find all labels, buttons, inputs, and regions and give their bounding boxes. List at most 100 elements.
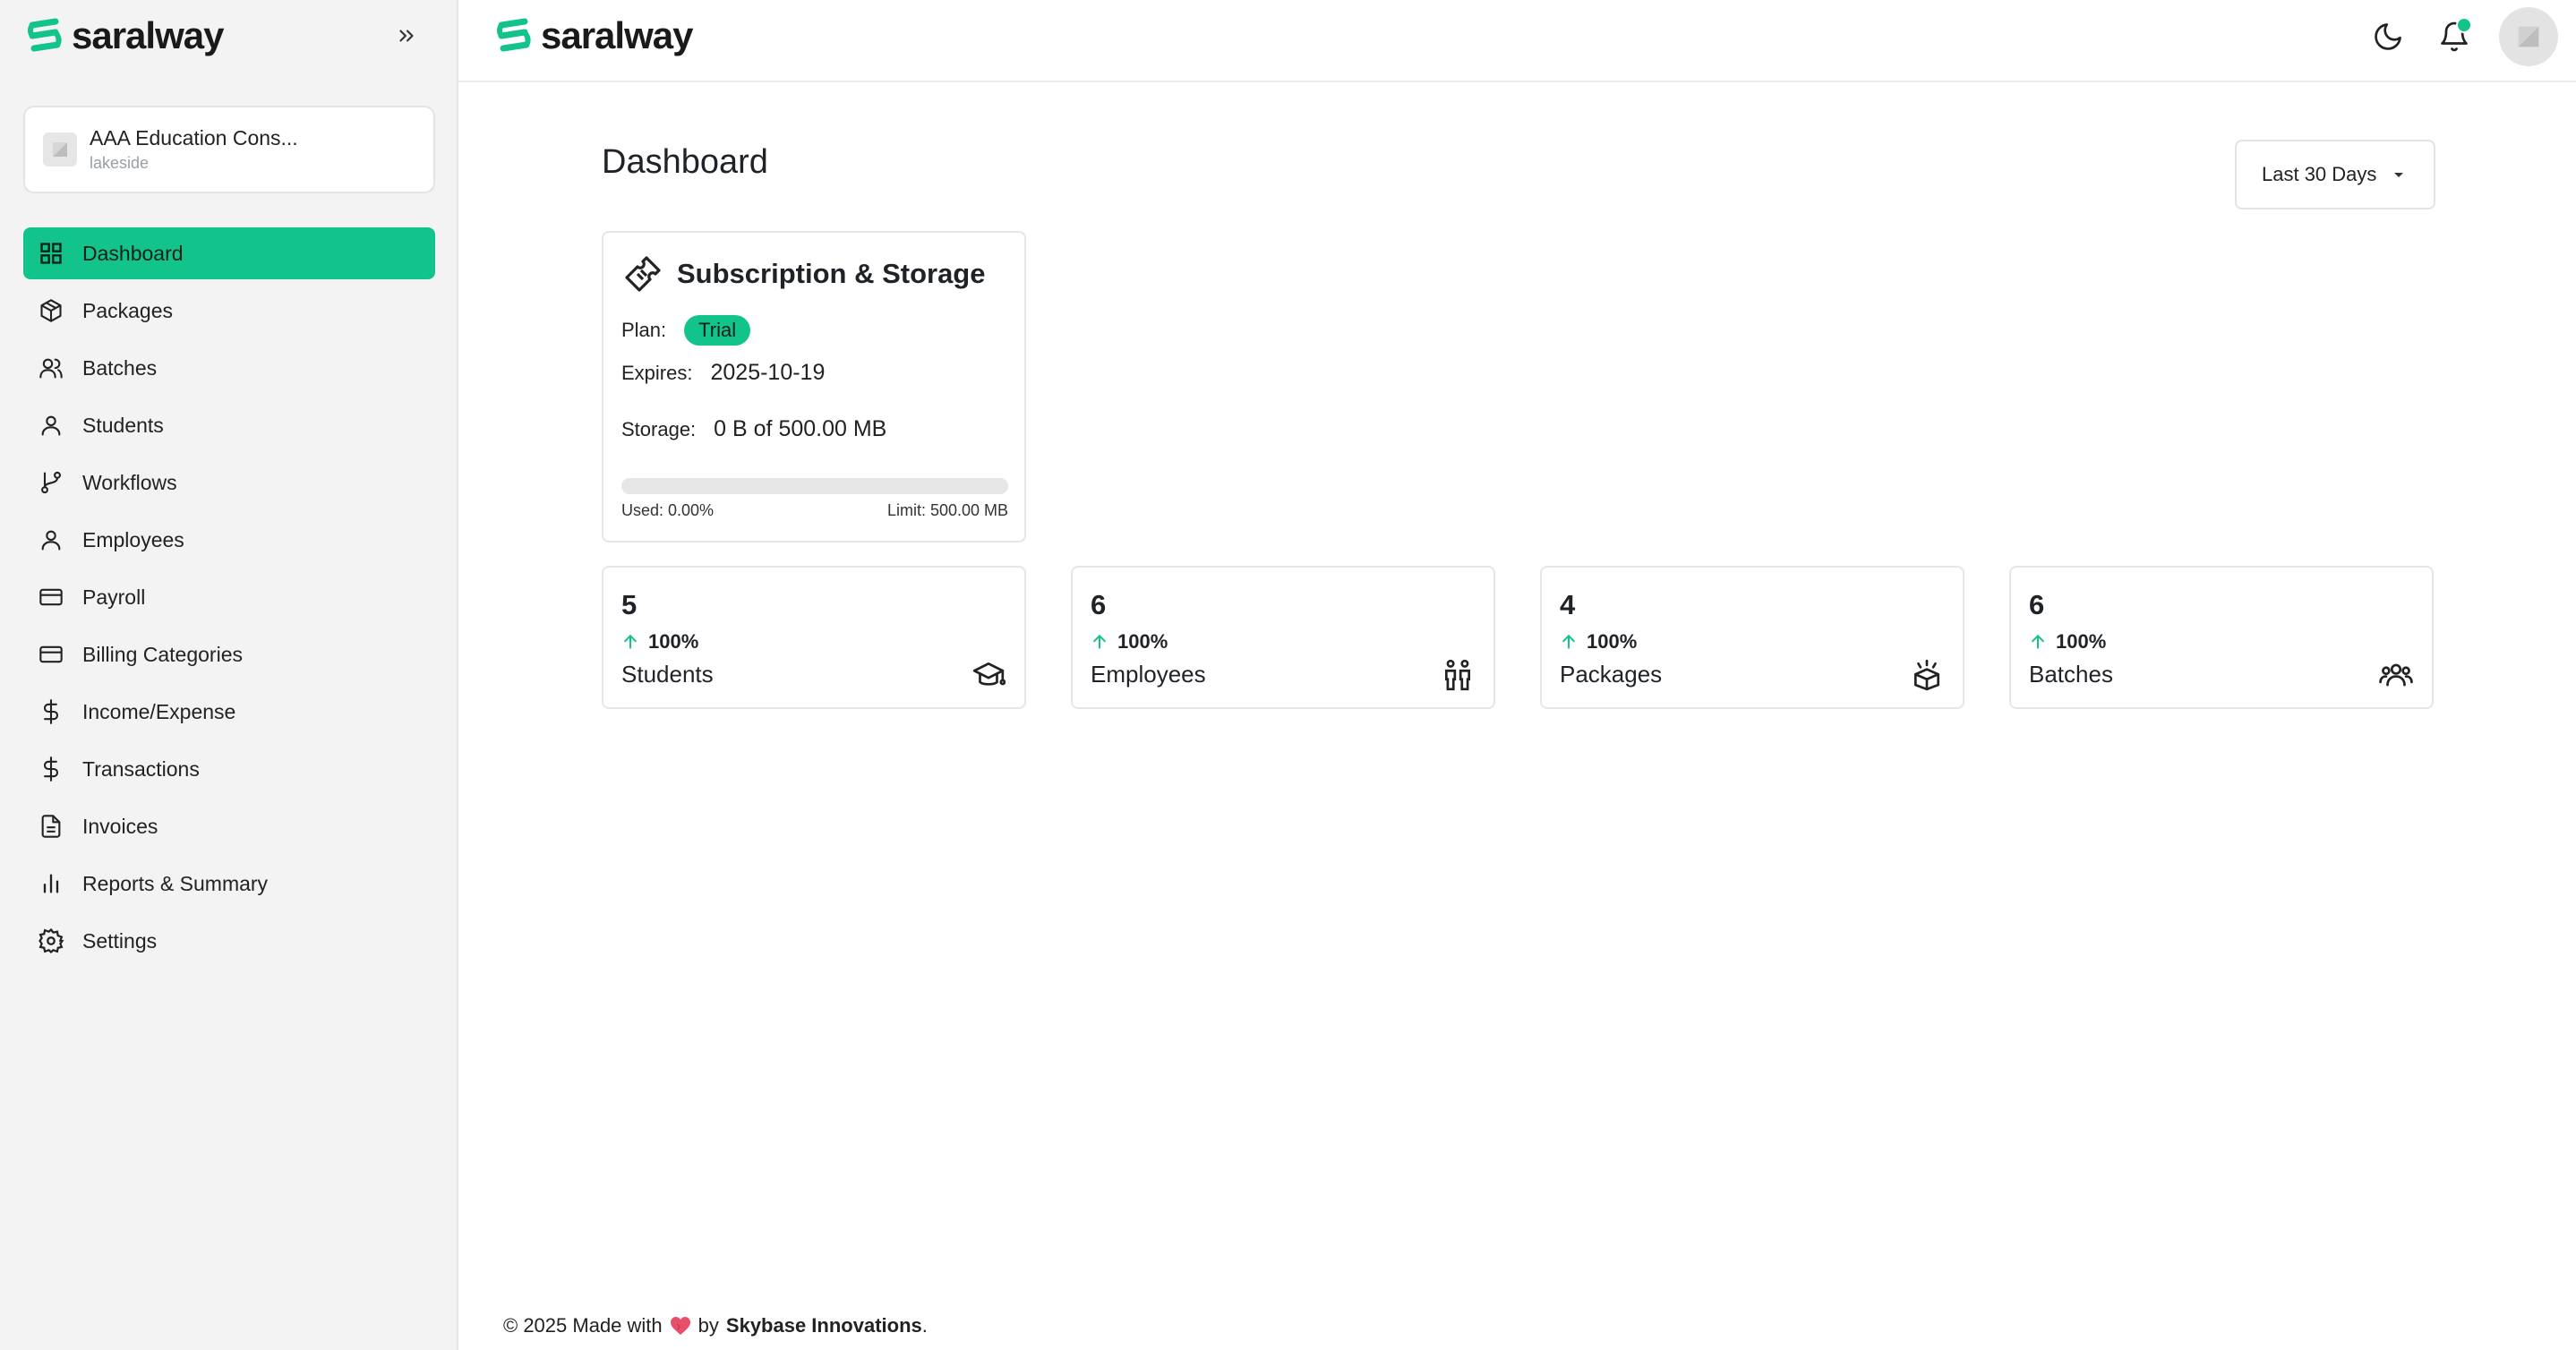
stat-card-packages[interactable]: 4 100% Packages xyxy=(1540,566,1964,709)
topbar-actions xyxy=(2366,7,2558,66)
stat-label: Employees xyxy=(1091,661,1206,688)
stat-card-students[interactable]: 5 100% Students xyxy=(602,566,1026,709)
stat-change-value: 100% xyxy=(2056,630,2107,653)
user-avatar[interactable] xyxy=(2499,7,2558,66)
sidebar-item-label: Payroll xyxy=(82,585,146,609)
sidebar-item-label: Transactions xyxy=(82,756,200,781)
plan-badge: Trial xyxy=(684,315,751,346)
gear-icon xyxy=(38,927,64,954)
org-location: lakeside xyxy=(90,154,150,172)
footer-by: by xyxy=(697,1314,719,1337)
sidebar: saralway AAA Education Cons... lakeside … xyxy=(0,0,458,1350)
notifications-button[interactable] xyxy=(2433,15,2476,58)
sidebar-item-label: Workflows xyxy=(82,470,177,494)
sidebar-item-employees[interactable]: Employees xyxy=(23,514,435,566)
expires-value: 2025-10-19 xyxy=(710,360,826,385)
arrow-up-icon xyxy=(1093,634,1106,649)
file-text-icon xyxy=(38,813,64,840)
dollar-icon xyxy=(38,756,64,782)
people-icon xyxy=(1440,657,1476,693)
arrow-up-icon xyxy=(2032,634,2044,649)
sidebar-item-batches[interactable]: Batches xyxy=(23,342,435,394)
git-branch-icon xyxy=(38,469,64,496)
sidebar-item-label: Employees xyxy=(82,527,184,551)
stat-value: 4 xyxy=(1560,589,1576,620)
org-name: AAA Education Cons... xyxy=(90,126,298,150)
grid-icon xyxy=(38,240,64,267)
sidebar-item-payroll[interactable]: Payroll xyxy=(23,571,435,623)
stat-card-batches[interactable]: 6 100% Batches xyxy=(2009,566,2434,709)
stat-value: 6 xyxy=(1091,589,1107,620)
sidebar-nav: Dashboard Packages Batches Students Work… xyxy=(23,227,435,972)
sidebar-item-packages[interactable]: Packages xyxy=(23,285,435,337)
user-icon xyxy=(38,526,64,553)
package-icon xyxy=(38,297,64,324)
sidebar-item-label: Batches xyxy=(82,355,158,380)
sidebar-item-income-expense[interactable]: Income/Expense xyxy=(23,686,435,738)
chevrons-right-icon xyxy=(399,30,414,42)
graduation-cap-icon xyxy=(971,657,1006,693)
storage-progress-bar xyxy=(621,478,1008,494)
stat-change: 100% xyxy=(1091,630,1168,654)
notification-dot xyxy=(2456,17,2472,33)
placeholder-image-icon xyxy=(2518,26,2539,47)
stat-label: Batches xyxy=(2029,661,2113,688)
sidebar-item-label: Settings xyxy=(82,928,158,953)
stat-card-employees[interactable]: 6 100% Employees xyxy=(1071,566,1495,709)
heart-icon xyxy=(670,1317,690,1335)
sidebar-item-workflows[interactable]: Workflows xyxy=(23,457,435,508)
storage-value: 0 B of 500.00 MB xyxy=(714,416,887,441)
arrow-up-icon xyxy=(624,634,637,649)
stat-label: Packages xyxy=(1560,661,1663,688)
moon-icon xyxy=(2375,23,2401,50)
saralway-logo-icon xyxy=(28,18,62,52)
date-range-value: Last 30 Days xyxy=(2262,163,2377,185)
user-icon xyxy=(38,412,64,439)
sidebar-item-label: Packages xyxy=(82,298,174,322)
sidebar-item-students[interactable]: Students xyxy=(23,399,435,451)
sidebar-item-invoices[interactable]: Invoices xyxy=(23,800,435,852)
footer-company-link[interactable]: Skybase Innovations xyxy=(726,1314,922,1337)
brand-name: saralway xyxy=(72,14,224,56)
credit-card-icon xyxy=(38,584,64,611)
page-title: Dashboard xyxy=(602,143,768,181)
sidebar-item-billing-categories[interactable]: Billing Categories xyxy=(23,628,435,680)
sidebar-item-label: Dashboard xyxy=(82,241,184,265)
sidebar-item-dashboard[interactable]: Dashboard xyxy=(23,227,435,279)
credit-card-icon xyxy=(38,641,64,668)
sidebar-logo[interactable]: saralway xyxy=(25,14,224,57)
dollar-icon xyxy=(38,698,64,725)
group-icon xyxy=(2378,657,2414,693)
sidebar-item-label: Income/Expense xyxy=(82,699,236,723)
stat-change-value: 100% xyxy=(648,630,699,653)
brand-name: saralway xyxy=(541,14,693,56)
sidebar-item-label: Reports & Summary xyxy=(82,871,269,895)
ticket-icon xyxy=(625,256,661,292)
stat-change-value: 100% xyxy=(1587,630,1638,653)
stat-change-value: 100% xyxy=(1117,630,1168,653)
sidebar-item-label: Students xyxy=(82,413,164,437)
saralway-logo-icon xyxy=(497,18,531,52)
bar-chart-icon xyxy=(38,870,64,897)
collapse-sidebar-button[interactable] xyxy=(387,16,426,56)
storage-used-label: Used: 0.00% xyxy=(621,501,715,519)
storage-limit-label: Limit: 500.00 MB xyxy=(886,501,1008,519)
subscription-title: Subscription & Storage xyxy=(677,258,986,289)
stat-label: Students xyxy=(621,661,714,688)
sidebar-item-transactions[interactable]: Transactions xyxy=(23,743,435,795)
sidebar-item-label: Billing Categories xyxy=(82,642,243,666)
stat-value: 6 xyxy=(2029,589,2045,620)
sidebar-item-reports-summary[interactable]: Reports & Summary xyxy=(23,858,435,910)
stat-change: 100% xyxy=(621,630,698,654)
stat-value: 5 xyxy=(621,589,638,620)
topbar-logo[interactable]: saralway xyxy=(494,14,693,57)
theme-toggle-button[interactable] xyxy=(2366,15,2409,58)
footer-prefix: © 2025 Made with xyxy=(503,1314,663,1337)
org-switcher[interactable]: AAA Education Cons... lakeside xyxy=(23,106,435,193)
stat-change: 100% xyxy=(1560,630,1637,654)
topbar: saralway xyxy=(458,0,2576,82)
date-range-select[interactable]: Last 30 Days xyxy=(2235,140,2435,209)
sidebar-item-settings[interactable]: Settings xyxy=(23,915,435,967)
footer-suffix: . xyxy=(921,1314,928,1337)
package-open-icon xyxy=(1909,657,1945,693)
